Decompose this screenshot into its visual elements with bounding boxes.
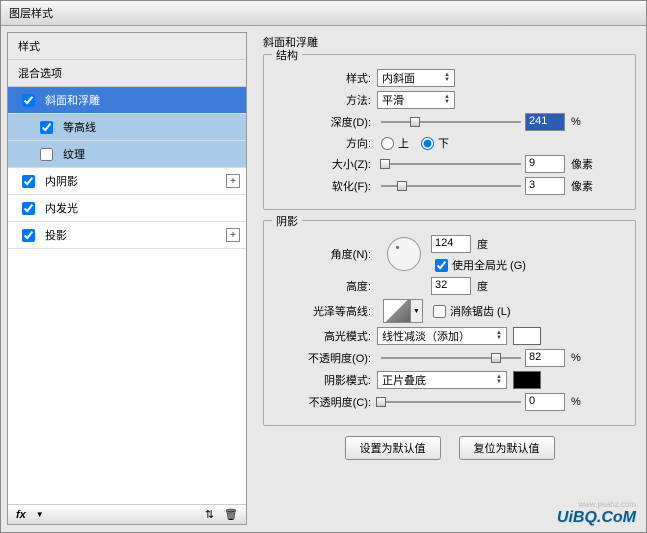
sidebar-item-label: 等高线 [63,119,96,135]
size-label: 大小(Z): [272,156,377,172]
sidebar-header-styles[interactable]: 样式 [8,33,246,60]
opacity-unit: % [571,352,581,364]
direction-down-radio[interactable] [421,137,434,150]
opacity2-unit: % [571,396,581,408]
select-arrows-icon: ▲▼ [444,73,450,83]
select-arrows-icon: ▲▼ [496,375,502,385]
trash-icon[interactable]: 🗑 [224,508,238,521]
dir-up-label: 上 [398,135,409,151]
contour-checkbox[interactable] [40,121,53,134]
sidebar-item-label: 投影 [45,227,67,243]
angle-unit: 度 [477,236,488,252]
sidebar-item-label: 斜面和浮雕 [45,92,100,108]
inner-glow-checkbox[interactable] [22,202,35,215]
depth-unit: % [571,116,581,128]
watermark-logo: UiBQ.CoM [557,509,636,527]
opacity-input[interactable]: 82 [525,349,565,367]
watermark-url: www.psahz.com [578,500,636,509]
plus-icon[interactable]: + [226,174,240,188]
window-title: 图层样式 [9,8,53,20]
sidebar-footer: fx ▼ ⇅ 🗑 [8,504,246,524]
titlebar: 图层样式 [1,1,646,26]
angle-input[interactable]: 124 [431,235,471,253]
gloss-label: 光泽等高线: [272,303,377,319]
soften-label: 软化(F): [272,178,377,194]
inner-shadow-checkbox[interactable] [22,175,35,188]
shadow-mode-select[interactable]: 正片叠底 ▲▼ [377,371,507,389]
sidebar-item-inner-shadow[interactable]: 内阴影 + [8,168,246,195]
opacity-label: 不透明度(O): [272,350,377,366]
structure-group: 结构 样式: 内斜面 ▲▼ 方法: 平滑 ▲▼ 深度(D): [263,54,636,210]
soften-unit: 像素 [571,178,593,194]
direction-label: 方向: [272,135,377,151]
shade-group: 阴影 角度(N): 124 度 使用全局光 (G) [263,220,636,426]
shadow-mode-label: 阴影模式: [272,372,377,388]
sidebar-item-label: 内发光 [45,200,78,216]
sidebar-header-blend[interactable]: 混合选项 [8,60,246,87]
sidebar-item-texture[interactable]: 纹理 [8,141,246,168]
direction-up-radio[interactable] [381,137,394,150]
altitude-label: 高度: [272,278,377,294]
depth-slider[interactable] [381,115,521,129]
opacity2-input[interactable]: 0 [525,393,565,411]
antialias-checkbox[interactable] [433,305,446,318]
altitude-input[interactable]: 32 [431,277,471,295]
opacity-slider[interactable] [381,351,521,365]
global-light-label: 使用全局光 (G) [452,257,526,273]
sidebar-item-label: 内阴影 [45,173,78,189]
texture-checkbox[interactable] [40,148,53,161]
section-title: 斜面和浮雕 [263,34,636,50]
depth-label: 深度(D): [272,114,377,130]
soften-input[interactable]: 3 [525,177,565,195]
reset-default-button[interactable]: 复位为默认值 [459,436,555,460]
opacity2-slider[interactable] [381,395,521,409]
sidebar-item-contour[interactable]: 等高线 [8,114,246,141]
method-label: 方法: [272,92,377,108]
style-select[interactable]: 内斜面 ▲▼ [377,69,455,87]
size-unit: 像素 [571,156,593,172]
size-slider[interactable] [381,157,521,171]
select-arrows-icon: ▲▼ [496,331,502,341]
angle-label: 角度(N): [272,246,377,262]
altitude-unit: 度 [477,278,488,294]
fx-icon[interactable]: fx [16,509,26,521]
select-arrows-icon: ▲▼ [444,95,450,105]
gloss-contour[interactable] [383,299,411,323]
antialias-label: 消除锯齿 (L) [450,303,511,319]
style-label: 样式: [272,70,377,86]
highlight-mode-label: 高光模式: [272,328,377,344]
dir-down-label: 下 [438,135,449,151]
depth-input[interactable]: 241 [525,113,565,131]
sidebar-item-bevel[interactable]: 斜面和浮雕 [8,87,246,114]
method-select[interactable]: 平滑 ▲▼ [377,91,455,109]
chevron-down-icon[interactable]: ▼ [36,510,44,519]
opacity2-label: 不透明度(C): [272,394,377,410]
sidebar-item-drop-shadow[interactable]: 投影 + [8,222,246,249]
gloss-contour-dropdown[interactable]: ▼ [411,299,423,323]
size-input[interactable]: 9 [525,155,565,173]
structure-legend: 结构 [272,47,302,63]
bevel-checkbox[interactable] [22,94,35,107]
shade-legend: 阴影 [272,213,302,229]
drop-shadow-checkbox[interactable] [22,229,35,242]
global-light-checkbox[interactable] [435,259,448,272]
soften-slider[interactable] [381,179,521,193]
highlight-mode-select[interactable]: 线性减淡（添加） ▲▼ [377,327,507,345]
sidebar-item-label: 纹理 [63,146,85,162]
sidebar-item-inner-glow[interactable]: 内发光 [8,195,246,222]
content: 斜面和浮雕 结构 样式: 内斜面 ▲▼ 方法: 平滑 ▲▼ [253,26,646,531]
make-default-button[interactable]: 设置为默认值 [345,436,441,460]
plus-icon[interactable]: + [226,228,240,242]
sidebar: 样式 混合选项 斜面和浮雕 等高线 纹理 内阴影 + 内发光 [7,32,247,525]
angle-dial[interactable] [387,237,421,271]
highlight-color-swatch[interactable] [513,327,541,345]
up-down-icon[interactable]: ⇅ [205,508,214,521]
shadow-color-swatch[interactable] [513,371,541,389]
